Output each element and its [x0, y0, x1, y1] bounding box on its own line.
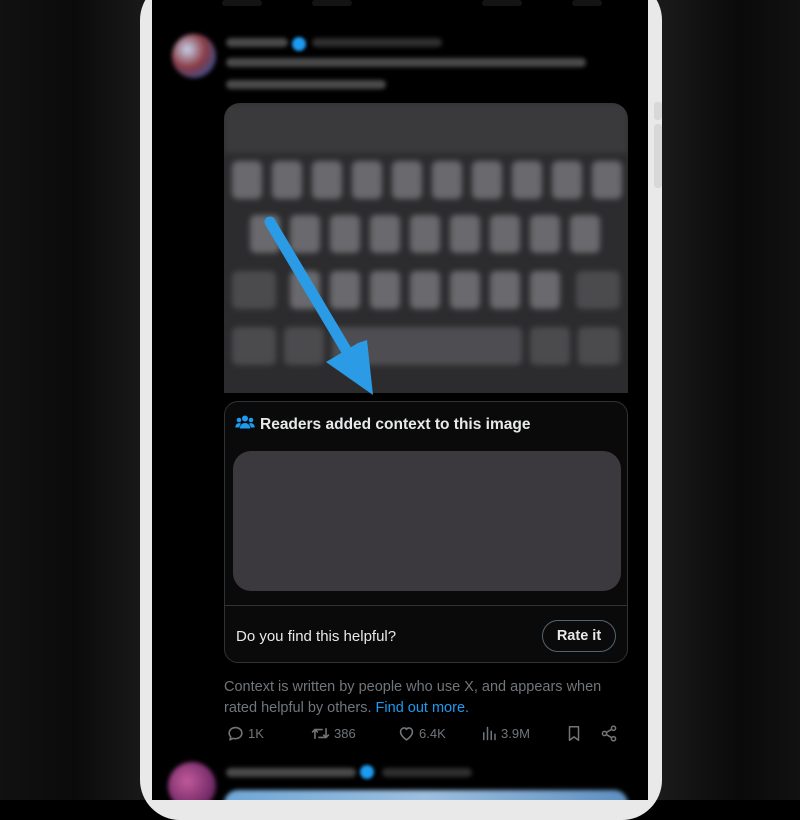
background-right [650, 0, 800, 800]
bookmark-button[interactable] [565, 724, 583, 743]
post-text-line-2-blurred [226, 80, 386, 89]
post-text-line-1-blurred [226, 58, 586, 67]
reply-icon [226, 724, 245, 743]
helpful-prompt: Do you find this helpful? [236, 628, 397, 645]
phone-volume-button [654, 124, 662, 188]
reply-count: 1K [248, 726, 264, 741]
views-icon [480, 724, 498, 743]
repost-icon [310, 724, 331, 743]
bookmark-icon [565, 724, 583, 743]
note-title: Readers added context to this image [260, 415, 531, 433]
post-action-bar: 1K 386 6.4K 3.9M [224, 724, 628, 748]
people-icon [235, 414, 255, 435]
like-button[interactable]: 6.4K [397, 724, 446, 743]
author-handle-blurred [312, 38, 442, 47]
author-name-blurred [226, 38, 288, 47]
author-avatar[interactable] [172, 34, 216, 78]
share-button[interactable] [600, 724, 618, 743]
next-post-image[interactable] [224, 790, 628, 800]
next-post-author-blurred [226, 768, 356, 777]
repost-count: 386 [334, 726, 356, 741]
verified-badge-icon [292, 37, 306, 51]
note-header: Readers added context to this image [235, 414, 530, 435]
next-post-handle-blurred [382, 768, 472, 777]
post-image-keyboard[interactable] [224, 103, 628, 393]
views-count: 3.9M [501, 726, 530, 741]
find-out-more-link[interactable]: Find out more. [376, 700, 470, 716]
background-left [0, 0, 150, 800]
top-tab-bar [152, 0, 648, 10]
rate-it-button[interactable]: Rate it [542, 620, 616, 652]
context-disclaimer: Context is written by people who use X, … [224, 677, 634, 719]
phone-screen: Readers added context to this image Do y… [152, 0, 648, 800]
reply-button[interactable]: 1K [226, 724, 264, 743]
like-icon [397, 724, 416, 743]
note-content-redacted [233, 451, 621, 591]
next-post-avatar[interactable] [168, 762, 216, 800]
repost-button[interactable]: 386 [310, 724, 356, 743]
next-post-verified-icon [360, 765, 374, 779]
community-note-card: Readers added context to this image Do y… [224, 401, 628, 663]
phone-side-button [654, 102, 662, 120]
views-button[interactable]: 3.9M [480, 724, 530, 743]
share-icon [600, 724, 618, 743]
note-divider [225, 605, 627, 606]
like-count: 6.4K [419, 726, 446, 741]
